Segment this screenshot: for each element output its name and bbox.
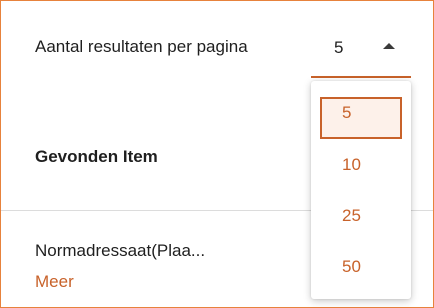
option-25[interactable]: 25 — [311, 192, 411, 240]
table-row: Normadressaat(Plaa... Meer — [35, 241, 205, 292]
results-panel: Aantal resultaten per pagina 5 Gevonden … — [0, 0, 434, 308]
results-per-page-value: 5 — [334, 38, 344, 57]
item-title: Normadressaat(Plaa... — [35, 241, 206, 260]
selected-option-highlight — [320, 97, 402, 139]
option-label: 25 — [342, 206, 361, 225]
option-label: 50 — [342, 257, 361, 276]
option-50[interactable]: 50 — [311, 243, 411, 291]
option-label: 5 — [342, 103, 352, 122]
results-per-page-label: Aantal resultaten per pagina — [35, 37, 248, 56]
select-underline — [311, 76, 411, 78]
column-header-found-item: Gevonden Item — [35, 147, 158, 166]
results-per-page-row: Aantal resultaten per pagina 5 — [1, 1, 433, 89]
option-5[interactable]: 5 — [311, 89, 411, 139]
results-per-page-dropdown: 5 10 25 50 — [311, 81, 411, 299]
option-label: 10 — [342, 155, 361, 174]
results-per-page-select[interactable]: 5 — [311, 27, 411, 79]
option-10[interactable]: 10 — [311, 141, 411, 189]
more-link[interactable]: Meer — [35, 272, 205, 292]
caret-up-icon — [383, 43, 395, 49]
